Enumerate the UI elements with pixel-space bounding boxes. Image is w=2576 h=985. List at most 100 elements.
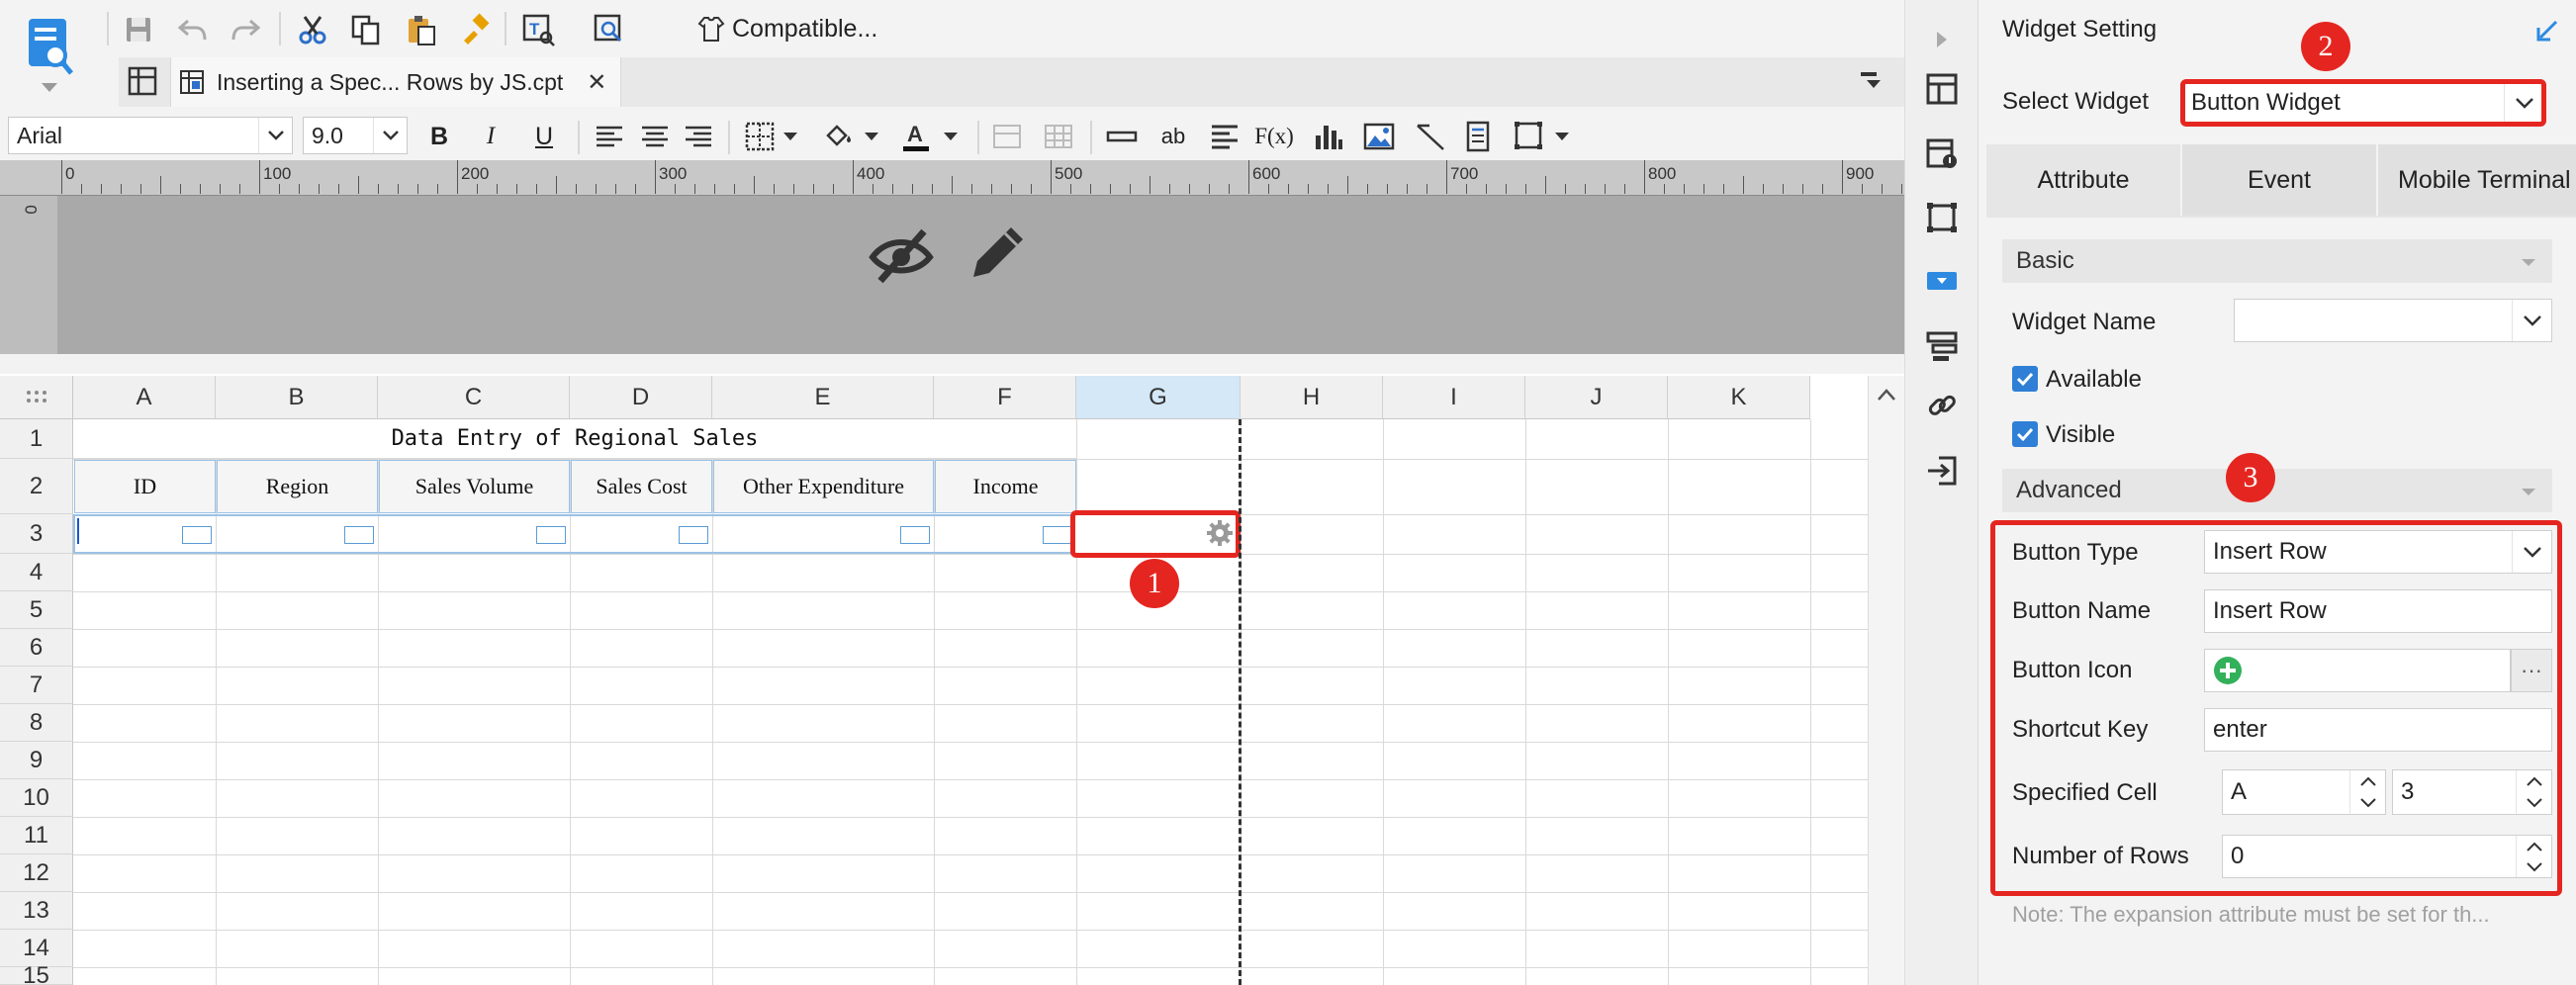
row-header-2[interactable]: 2 xyxy=(0,459,73,514)
underline-button[interactable]: U xyxy=(526,117,562,156)
advanced-section-header[interactable]: Advanced xyxy=(2002,469,2552,512)
chevron-up-icon[interactable] xyxy=(2517,770,2551,792)
specified-cell-column-stepper[interactable]: A xyxy=(2222,769,2386,815)
chevron-down-icon[interactable] xyxy=(2517,856,2551,877)
column-header-i[interactable]: I xyxy=(1383,376,1525,419)
fill-color-dropdown-icon[interactable] xyxy=(865,133,878,140)
cut-icon[interactable] xyxy=(293,10,332,49)
column-header-c[interactable]: C xyxy=(378,376,570,419)
image-icon[interactable] xyxy=(1359,117,1399,156)
browse-icon-button[interactable]: ··· xyxy=(2511,649,2552,692)
row-header-10[interactable]: 10 xyxy=(0,779,73,817)
chevron-down-icon[interactable] xyxy=(2517,792,2551,814)
widget-frame-dropdown-icon[interactable] xyxy=(1555,133,1569,140)
redo-icon[interactable] xyxy=(226,10,265,49)
report-title-cell[interactable]: Data Entry of Regional Sales xyxy=(73,419,1076,459)
unmerge-cells-icon[interactable] xyxy=(1039,117,1078,156)
button-name-input[interactable]: Insert Row xyxy=(2204,589,2552,633)
bold-button[interactable]: B xyxy=(421,117,457,156)
document-tab[interactable]: Inserting a Spec... Rows by JS.cpt ✕ xyxy=(170,57,622,107)
column-header-j[interactable]: J xyxy=(1525,376,1668,419)
expand-arrow-icon[interactable] xyxy=(1922,20,1962,59)
button-icon-field[interactable] xyxy=(2204,649,2511,692)
compatible-button[interactable]: Compatible... xyxy=(696,8,877,49)
tab-attribute[interactable]: Attribute xyxy=(1986,144,2180,216)
tab-mobile-terminal[interactable]: Mobile Terminal xyxy=(2378,144,2576,216)
shortcut-key-input[interactable]: enter xyxy=(2204,708,2552,752)
text-widget-indicator[interactable] xyxy=(344,526,374,544)
font-family-select[interactable]: Arial xyxy=(8,117,293,154)
merge-cells-icon[interactable] xyxy=(987,117,1027,156)
text-widget-indicator[interactable] xyxy=(1043,526,1072,544)
column-header-f[interactable]: F xyxy=(934,376,1076,419)
float-element-icon[interactable] xyxy=(1922,198,1962,237)
widget-name-input[interactable] xyxy=(2234,299,2552,342)
grid-view-icon[interactable] xyxy=(123,61,162,101)
column-header-g[interactable]: G xyxy=(1076,376,1241,419)
chevron-up-icon[interactable] xyxy=(2517,836,2551,856)
close-tab-icon[interactable]: ✕ xyxy=(587,68,606,97)
paragraph-icon[interactable] xyxy=(1205,117,1244,156)
column-header-cell[interactable]: Other Expenditure xyxy=(713,460,934,513)
logo-dropdown-icon[interactable] xyxy=(42,83,57,92)
column-header-h[interactable]: H xyxy=(1241,376,1383,419)
select-all-corner[interactable] xyxy=(0,376,73,419)
row-header-6[interactable]: 6 xyxy=(0,629,73,667)
button-type-select[interactable]: Insert Row xyxy=(2204,530,2552,574)
subreport-icon[interactable] xyxy=(1458,117,1498,156)
scroll-up-icon[interactable] xyxy=(1874,382,1899,407)
condition-attribute-icon[interactable] xyxy=(1922,326,1962,366)
column-header-cell[interactable]: Region xyxy=(217,460,378,513)
text-widget-indicator[interactable] xyxy=(679,526,708,544)
available-checkbox[interactable] xyxy=(2012,366,2038,392)
fill-color-icon[interactable] xyxy=(817,117,857,156)
preview-icon[interactable] xyxy=(590,10,629,49)
row-header-7[interactable]: 7 xyxy=(0,667,73,704)
font-size-select[interactable]: 9.0 xyxy=(303,117,408,154)
row-header-1[interactable]: 1 xyxy=(0,419,73,459)
row-header-11[interactable]: 11 xyxy=(0,817,73,854)
chevron-up-icon[interactable] xyxy=(2350,770,2385,792)
row-header-13[interactable]: 13 xyxy=(0,892,73,930)
widget-frame-icon[interactable] xyxy=(1510,117,1549,156)
font-color-dropdown-icon[interactable] xyxy=(944,133,958,140)
row-spinner[interactable] xyxy=(2516,770,2551,814)
text-widget-indicator[interactable] xyxy=(182,526,212,544)
chevron-down-icon[interactable] xyxy=(2350,792,2385,814)
cell-element-icon[interactable] xyxy=(1922,134,1962,174)
save-icon[interactable] xyxy=(119,10,158,49)
undo-icon[interactable] xyxy=(173,10,213,49)
paste-icon[interactable] xyxy=(402,10,441,49)
column-header-e[interactable]: E xyxy=(712,376,934,419)
border-icon[interactable] xyxy=(740,117,780,156)
text-widget-indicator[interactable] xyxy=(536,526,566,544)
row-header-8[interactable]: 8 xyxy=(0,704,73,742)
text-field-button[interactable]: ab xyxy=(1153,117,1193,156)
hyperlink-icon[interactable] xyxy=(1922,386,1962,425)
data-import-icon[interactable] xyxy=(1922,451,1962,491)
number-spinner[interactable] xyxy=(2516,836,2551,877)
format-painter-icon[interactable] xyxy=(455,10,495,49)
column-header-b[interactable]: B xyxy=(216,376,378,419)
basic-section-header[interactable]: Basic xyxy=(2002,239,2552,283)
app-logo-icon[interactable] xyxy=(26,16,75,77)
row-header-4[interactable]: 4 xyxy=(0,554,73,591)
border-dropdown-icon[interactable] xyxy=(783,133,797,140)
insert-bar-icon[interactable] xyxy=(1102,117,1142,156)
hide-eye-icon[interactable] xyxy=(867,220,936,289)
row-header-9[interactable]: 9 xyxy=(0,742,73,779)
copy-icon[interactable] xyxy=(346,10,386,49)
row-header-5[interactable]: 5 xyxy=(0,591,73,629)
row-header-12[interactable]: 12 xyxy=(0,854,73,892)
column-header-k[interactable]: K xyxy=(1668,376,1810,419)
text-widget-indicator[interactable] xyxy=(900,526,930,544)
column-header-a[interactable]: A xyxy=(73,376,216,419)
column-header-cell[interactable]: Sales Cost xyxy=(571,460,712,513)
row-header-15[interactable]: 15 xyxy=(0,962,73,985)
row-header-3[interactable]: 3 xyxy=(0,514,73,554)
align-right-icon[interactable] xyxy=(679,117,718,156)
insert-text-icon[interactable]: T xyxy=(518,10,558,49)
number-of-rows-stepper[interactable]: 0 xyxy=(2222,835,2552,878)
tab-event[interactable]: Event xyxy=(2182,144,2376,216)
collapse-arrow-icon[interactable] xyxy=(2534,18,2560,44)
